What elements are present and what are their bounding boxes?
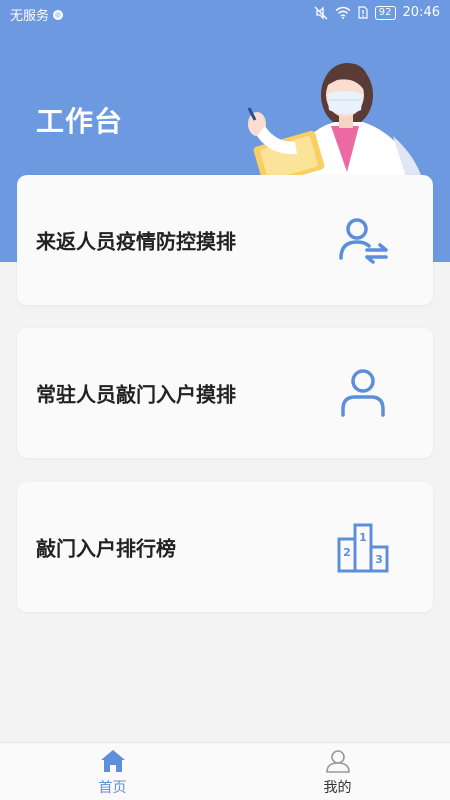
- podium-first-label: 1: [359, 531, 367, 544]
- signal-dot-icon: [53, 9, 64, 20]
- wifi-icon: [335, 6, 351, 19]
- card-resident-screening[interactable]: 常驻人员敲门入户摸排: [17, 328, 433, 458]
- card-ranking[interactable]: 敲门入户排行榜 2 1 3: [17, 482, 433, 612]
- person-swap-icon: [339, 218, 388, 264]
- tab-home[interactable]: 首页: [0, 743, 225, 800]
- card-label: 常驻人员敲门入户摸排: [36, 382, 236, 407]
- person-icon: [341, 369, 385, 417]
- mute-icon: [314, 5, 328, 20]
- sim-icon: [358, 6, 368, 19]
- podium-icon: 2 1 3: [337, 523, 389, 573]
- status-left: 无服务: [10, 5, 64, 24]
- tab-mine[interactable]: 我的: [225, 743, 450, 800]
- card-label: 来返人员疫情防控摸排: [36, 229, 236, 254]
- doctor-illustration: [247, 63, 425, 190]
- user-icon: [326, 750, 350, 773]
- status-bar: 无服务 92 20:46: [0, 0, 450, 28]
- podium-third-label: 3: [375, 553, 383, 566]
- podium-second-label: 2: [343, 546, 351, 559]
- carrier-text: 无服务: [10, 9, 50, 24]
- clock-text: 20:46: [402, 5, 440, 20]
- bottom-tab-bar: 首页 我的: [0, 742, 450, 800]
- card-label: 敲门入户排行榜: [36, 536, 176, 561]
- battery-icon: 92: [374, 5, 396, 20]
- card-returnee-screening[interactable]: 来返人员疫情防控摸排: [17, 175, 433, 305]
- tab-home-label: 首页: [98, 780, 127, 796]
- home-icon: [101, 750, 125, 772]
- status-right: 92 20:46: [314, 5, 440, 20]
- page-title: 工作台: [36, 105, 124, 138]
- tab-mine-label: 我的: [323, 780, 352, 796]
